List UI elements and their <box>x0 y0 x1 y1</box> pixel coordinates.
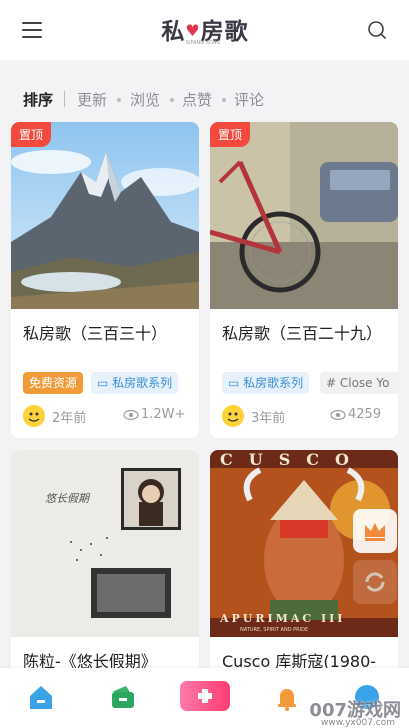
avatar[interactable] <box>23 405 45 427</box>
post-thumbnail: 悠长假期 <box>11 450 199 637</box>
sort-bar: 排序 更新 浏览 点赞 评论 <box>0 60 409 122</box>
separator-dot <box>222 98 226 102</box>
heart-icon: ♥ <box>185 21 201 40</box>
divider <box>64 91 65 107</box>
eye-icon <box>330 409 346 421</box>
cover-text: APURIMAC III <box>220 612 346 625</box>
sort-label[interactable]: 排序 <box>23 89 53 110</box>
post-title: 私房歌（三百三十） <box>23 324 168 343</box>
separator-dot <box>117 98 121 102</box>
cover-text: CUSCO <box>220 450 365 469</box>
folder-icon: ▭ <box>228 376 244 390</box>
tag-category[interactable]: ▭ 私房歌系列 <box>91 372 179 394</box>
post-card[interactable]: 悠长假期 陈粒-《悠长假期》 <box>11 450 199 690</box>
tag-label: 私房歌系列 <box>112 376 173 390</box>
cover-text: NATURE, SPIRIT AND PRIDE <box>240 627 309 633</box>
top-bar: 私♥房歌 SIFANG SONG <box>0 0 409 60</box>
tag-label: 私房歌系列 <box>243 376 304 390</box>
sort-by-likes[interactable]: 点赞 <box>182 89 212 110</box>
add-icon <box>198 689 212 703</box>
watermark-url: www.yx007.com <box>320 718 395 728</box>
cover-text: 悠长假期 <box>45 492 89 505</box>
search-icon[interactable] <box>367 20 387 40</box>
logo-text: 私 <box>161 18 186 45</box>
view-count: 1.2W+ <box>141 407 186 422</box>
sync-icon <box>365 572 385 592</box>
sort-by-views[interactable]: 浏览 <box>130 89 160 110</box>
avatar[interactable] <box>222 405 244 427</box>
pinned-badge: 置顶 <box>11 122 52 147</box>
crown-icon <box>365 523 385 541</box>
folder-icon: ▭ <box>97 376 113 390</box>
post-time: 3年前 <box>251 411 286 426</box>
menu-icon[interactable] <box>22 22 42 38</box>
post-title: 私房歌（三百二十九） <box>222 324 383 343</box>
vip-button[interactable] <box>353 509 397 553</box>
view-count: 4259 <box>348 407 382 422</box>
logo-subtitle: SIFANG SONG <box>186 40 221 46</box>
eye-icon <box>123 409 139 421</box>
add-button[interactable] <box>180 681 230 711</box>
tag-free[interactable]: 免费资源 <box>23 372 84 394</box>
post-time: 2年前 <box>52 411 87 426</box>
separator-dot <box>170 98 174 102</box>
post-thumbnail <box>11 122 199 309</box>
wallet-icon[interactable] <box>108 682 138 712</box>
sort-by-comments[interactable]: 评论 <box>234 89 264 110</box>
post-card[interactable]: 置顶 私房歌（三百二十九） ▭ 私房歌系列 # Close Yo 3年前 425… <box>210 122 398 438</box>
home-icon[interactable] <box>26 682 56 712</box>
pinned-badge: 置顶 <box>210 122 251 147</box>
bell-icon[interactable] <box>272 682 302 712</box>
bottom-tab-bar: 007游戏网 www.yx007.com <box>0 668 409 728</box>
post-card[interactable]: 置顶 私房歌（三百三十） 免费资源 ▭ 私房歌系列 2年前 1.2W+ <box>11 122 199 438</box>
refresh-button[interactable] <box>353 560 397 604</box>
sort-by-update[interactable]: 更新 <box>77 89 107 110</box>
tag-category[interactable]: ▭ 私房歌系列 <box>222 372 310 394</box>
tag-song[interactable]: # Close Yo <box>320 372 398 394</box>
post-thumbnail <box>210 122 398 309</box>
